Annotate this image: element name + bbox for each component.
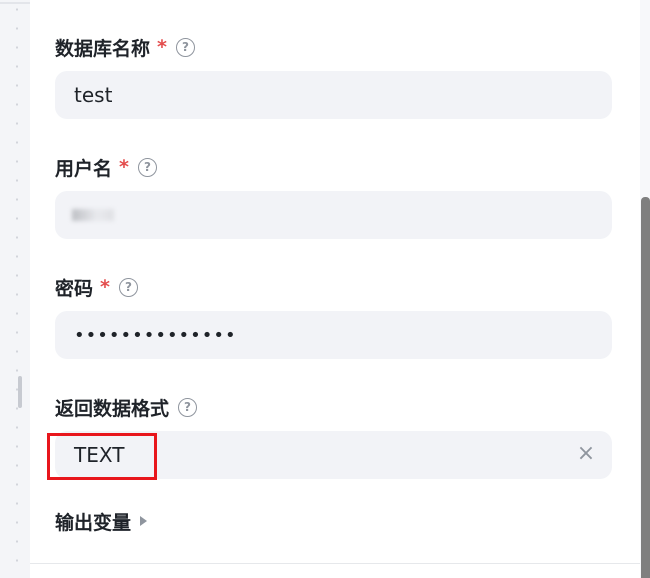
- username-label: 用户名 * ?: [55, 154, 157, 180]
- return-format-label-text: 返回数据格式: [55, 397, 170, 420]
- scrollbar-thumb[interactable]: [641, 197, 650, 578]
- clear-icon[interactable]: ×: [576, 443, 596, 465]
- output-variables-toggle[interactable]: 输出变量: [55, 508, 148, 534]
- return-format-value: TEXT: [74, 443, 125, 467]
- output-variables-label: 输出变量: [55, 511, 132, 534]
- required-marker: *: [100, 276, 110, 298]
- help-icon[interactable]: ?: [178, 397, 198, 417]
- caret-right-icon: [140, 516, 148, 526]
- password-label: 密码 * ?: [55, 274, 138, 300]
- return-format-label: 返回数据格式 ?: [55, 394, 198, 420]
- help-icon[interactable]: ?: [118, 277, 138, 297]
- password-label-text: 密码: [55, 277, 94, 300]
- required-marker: *: [119, 156, 129, 178]
- left-sidebar-strip: [0, 0, 30, 578]
- password-input[interactable]: ••••••••••••••: [55, 311, 612, 359]
- help-icon[interactable]: ?: [175, 37, 195, 57]
- dotted-grid: [16, 0, 18, 578]
- return-format-select[interactable]: TEXT ×: [55, 431, 612, 479]
- db-name-label: 数据库名称 * ?: [55, 34, 195, 60]
- top-divider: [0, 0, 30, 4]
- scrollbar[interactable]: [640, 0, 650, 578]
- db-name-label-text: 数据库名称: [55, 37, 151, 60]
- db-name-input[interactable]: test: [55, 71, 612, 119]
- help-icon[interactable]: ?: [137, 157, 157, 177]
- password-value: ••••••••••••••: [74, 324, 237, 346]
- db-name-value: test: [74, 83, 113, 107]
- resize-handle[interactable]: [18, 376, 22, 408]
- bottom-divider: [30, 563, 640, 564]
- username-label-text: 用户名: [55, 157, 113, 180]
- required-marker: *: [157, 36, 167, 58]
- username-input[interactable]: [55, 191, 612, 239]
- redacted-username: [72, 209, 114, 221]
